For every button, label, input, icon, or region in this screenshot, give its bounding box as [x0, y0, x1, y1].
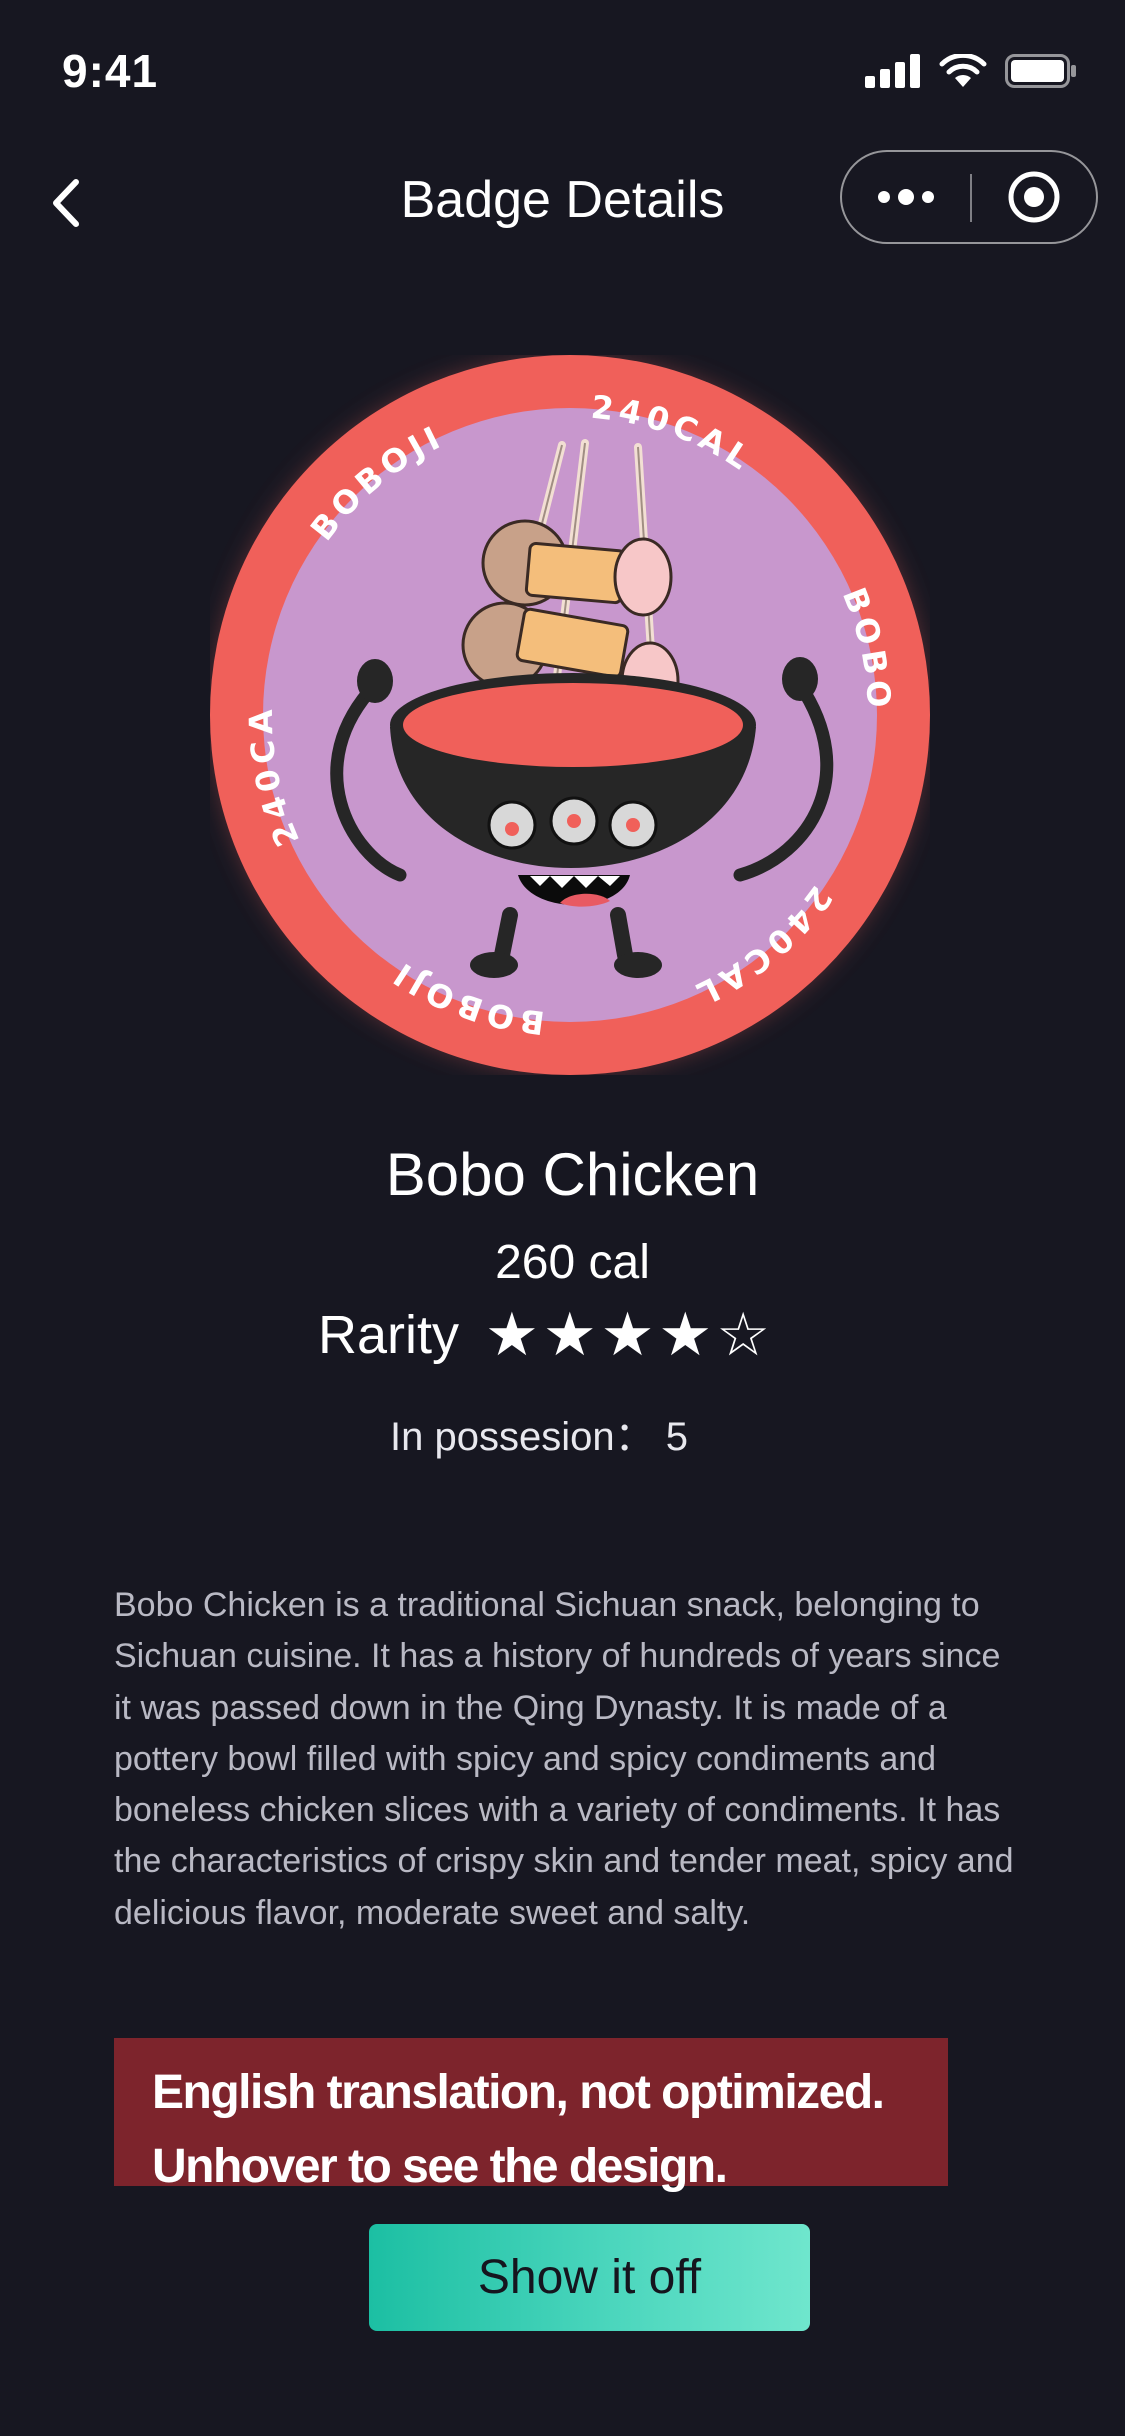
translation-notice: English translation, not optimized. Unho…	[114, 2038, 948, 2193]
possession-count: In possesion： 5	[390, 1415, 688, 1459]
status-icons	[865, 54, 1077, 88]
badge-description: Bobo Chicken is a traditional Sichuan sn…	[114, 1586, 1014, 1932]
star-filled-icon: ★	[485, 1300, 539, 1370]
status-bar: 9:41	[0, 0, 1125, 140]
mini-program-capsule	[840, 150, 1098, 244]
wifi-icon	[939, 54, 987, 87]
notice-line-2: Unhover to see the design.	[152, 2140, 728, 2193]
badge-name: Bobo Chicken	[385, 1141, 760, 1208]
badge-illustration: BOBOJI 240CAL BOBOJI 240CAL BOBOJI 240CA…	[200, 325, 943, 1105]
notice-line-1: English translation, not optimized.	[152, 2066, 885, 2119]
target-circle-icon	[1008, 171, 1060, 223]
close-mini-program-button[interactable]	[972, 152, 1096, 242]
rarity-label: Rarity	[318, 1305, 460, 1365]
more-dots-icon	[878, 189, 934, 205]
cellular-signal-icon	[865, 54, 920, 88]
star-filled-icon: ★	[658, 1300, 713, 1370]
star-filled-icon: ★	[600, 1300, 655, 1370]
battery-icon	[1005, 54, 1076, 88]
badge-image: BOBOJI 240CAL BOBOJI 240CAL BOBOJI 240CA…	[200, 325, 943, 1105]
show-it-off-button[interactable]: Show it off	[369, 2224, 810, 2331]
badge-calories: 260 cal	[495, 1236, 650, 1289]
rarity-row: Rarity ★ ★ ★ ★ ☆	[318, 1300, 770, 1370]
star-filled-icon: ★	[542, 1300, 597, 1370]
more-button[interactable]	[842, 152, 970, 242]
navigation-bar: Badge Details	[0, 140, 1125, 260]
rarity-stars: ★ ★ ★ ★ ☆	[485, 1300, 770, 1370]
status-time: 9:41	[62, 45, 159, 97]
star-empty-icon: ☆	[716, 1300, 770, 1370]
